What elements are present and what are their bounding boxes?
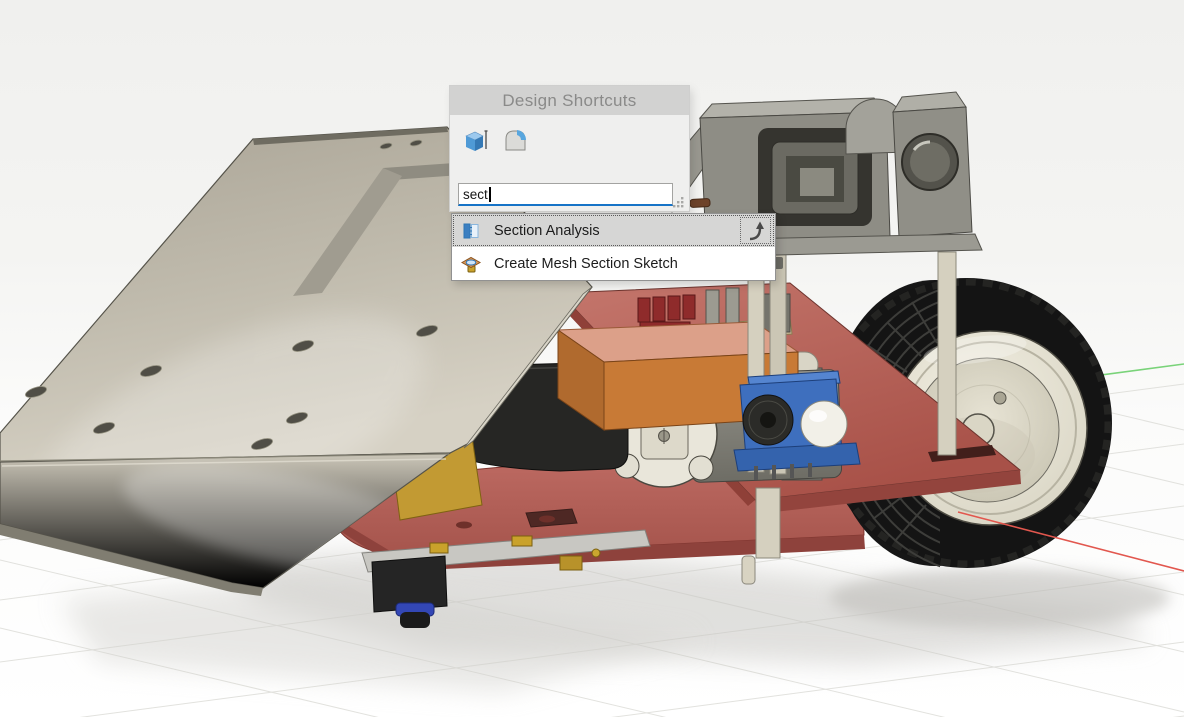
suggestion-section-analysis[interactable]: Section Analysis xyxy=(452,214,775,247)
extrude-shortcut-button[interactable] xyxy=(462,127,489,154)
suggestion-label: Create Mesh Section Sketch xyxy=(494,256,678,272)
white-ball-caster xyxy=(801,401,847,447)
dialog-title-bar[interactable]: Design Shortcuts xyxy=(450,86,689,115)
suggestion-create-mesh-section-sketch[interactable]: Create Mesh Section Sketch xyxy=(452,247,775,280)
search-input-value: sect xyxy=(463,187,488,202)
peg-part[interactable] xyxy=(690,198,710,207)
section-analysis-icon xyxy=(460,220,482,242)
fusion-3d-viewport[interactable]: Design Shortcuts sect xyxy=(0,0,1184,717)
resize-grip[interactable] xyxy=(672,196,684,208)
search-input[interactable]: sect xyxy=(458,183,673,206)
suggestion-label: Section Analysis xyxy=(494,223,600,239)
run-arrow-icon xyxy=(744,219,768,243)
run-command-button[interactable] xyxy=(740,217,771,244)
dialog-title: Design Shortcuts xyxy=(502,91,636,110)
design-shortcuts-dialog: Design Shortcuts sect xyxy=(450,86,689,211)
pinned-shortcuts-row xyxy=(462,127,529,154)
create-mesh-section-sketch-icon xyxy=(460,253,482,275)
text-caret xyxy=(489,187,491,202)
fillet-shortcut-button[interactable] xyxy=(502,127,529,154)
fillet-icon xyxy=(502,127,529,154)
command-suggestions-list: Section Analysis Create Mesh Section Ske… xyxy=(451,213,776,281)
tower-post-right[interactable] xyxy=(938,252,956,455)
extrude-icon xyxy=(462,127,489,154)
